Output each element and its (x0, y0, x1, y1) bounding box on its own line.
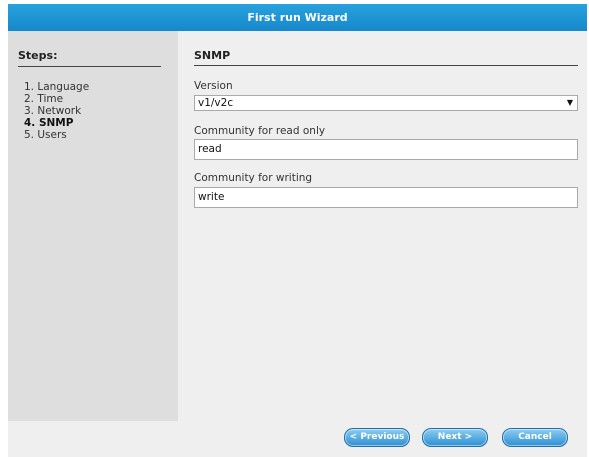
read-community-label: Community for read only (194, 125, 326, 137)
step-users: 5. Users (24, 129, 67, 141)
steps-divider (18, 66, 161, 67)
snmp-panel: SNMP Version v1/v2c ▼ Community for read… (178, 31, 587, 421)
write-community-label: Community for writing (194, 172, 313, 184)
previous-button[interactable]: < Previous (344, 428, 410, 447)
steps-sidebar: Steps: 1. Language 2. Time 3. Network 4.… (8, 31, 178, 421)
step-time: 2. Time (24, 93, 64, 105)
read-community-value: read (198, 143, 222, 155)
version-label: Version (194, 80, 233, 92)
cancel-button[interactable]: Cancel (502, 428, 568, 447)
read-community-input[interactable]: read (194, 139, 578, 160)
section-title: SNMP (194, 49, 231, 62)
dropdown-arrow-icon[interactable]: ▼ (567, 96, 573, 110)
version-value: v1/v2c (198, 97, 234, 109)
step-language: 1. Language (24, 81, 90, 93)
steps-heading: Steps: (18, 49, 58, 62)
step-snmp: 4. SNMP (24, 117, 74, 129)
next-button[interactable]: Next > (422, 428, 488, 447)
write-community-value: write (198, 191, 225, 203)
wizard-footer: < Previous Next > Cancel (8, 421, 587, 457)
wizard-window: First run Wizard Steps: 1. Language 2. T… (0, 0, 589, 457)
version-select[interactable]: v1/v2c ▼ (194, 95, 578, 111)
write-community-input[interactable]: write (194, 187, 578, 208)
step-network: 3. Network (24, 105, 82, 117)
section-divider (194, 65, 578, 66)
window-title: First run Wizard (8, 4, 587, 31)
wizard-dialog: Steps: 1. Language 2. Time 3. Network 4.… (8, 31, 587, 457)
steps-list: 1. Language 2. Time 3. Network 4. SNMP 5… (24, 81, 89, 141)
